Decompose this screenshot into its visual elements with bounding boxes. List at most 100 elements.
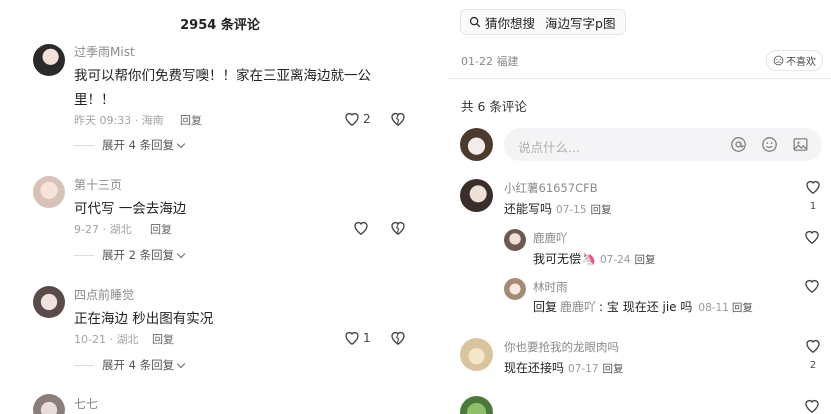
- like-button[interactable]: [353, 220, 369, 235]
- like-count: 2: [363, 111, 371, 126]
- reply-date: 08-11: [698, 302, 729, 314]
- reply-line: 回复 鹿鹿吖 : 宝 现在还 jie 吗 08-11 回复: [533, 298, 753, 315]
- expand-replies[interactable]: 展开 4 条回复: [74, 137, 186, 153]
- comment-author[interactable]: 过季雨Mist: [74, 43, 135, 60]
- reply-button[interactable]: 回复: [732, 300, 753, 315]
- avatar[interactable]: [33, 176, 65, 208]
- dislike-button[interactable]: [390, 220, 406, 235]
- heart-icon: [805, 230, 819, 244]
- comment-time: 9-27 · 湖北: [74, 223, 132, 236]
- search-suggestion[interactable]: 猜你想搜 海边写字p图: [460, 9, 627, 35]
- reply-button[interactable]: 回复: [591, 202, 612, 217]
- avatar[interactable]: [33, 286, 65, 318]
- reply-button[interactable]: 回复: [634, 252, 655, 267]
- comment-author[interactable]: 四点前睡觉: [74, 286, 134, 303]
- reply-prefix: 回复: [533, 300, 558, 314]
- avatar[interactable]: [504, 278, 526, 300]
- like-button[interactable]: 1: [804, 179, 822, 213]
- like-button[interactable]: [804, 229, 820, 244]
- like-count: 1: [363, 330, 371, 345]
- comment-item: 四点前睡觉 正在海边 秒出图有实况 10-21 · 湖北 回复 1 展开 4 条…: [0, 284, 430, 384]
- comment-text: 我可以帮你们免费写噢！！家在三亚离海边就一公: [74, 68, 371, 84]
- like-button[interactable]: [804, 278, 820, 293]
- post-date-location: 01-22 福建: [461, 55, 519, 68]
- expand-line: [74, 144, 94, 146]
- reply-button[interactable]: 回复: [152, 331, 174, 347]
- dislike-button[interactable]: [390, 330, 406, 345]
- reply-date: 07-24: [599, 254, 631, 266]
- emoji-icon[interactable]: [761, 136, 778, 153]
- broken-heart-icon: [391, 112, 405, 126]
- comment-item: 你也要抢我的龙眼肉吗 现在还接吗 07-17 回复 2: [448, 336, 831, 380]
- reply-line: 我可无偿🦄 07-24 回复: [533, 250, 655, 267]
- search-term: 海边写字p图: [545, 15, 616, 31]
- avatar[interactable]: [33, 44, 65, 76]
- avatar[interactable]: [33, 394, 65, 414]
- expand-label: 展开 4 条回复: [102, 358, 175, 372]
- heart-icon: [806, 339, 820, 353]
- image-icon[interactable]: [792, 136, 809, 153]
- like-count: 1: [809, 201, 817, 212]
- search-prefix: 猜你想搜: [485, 15, 536, 31]
- comment-time: 昨天 09:33 · 海南: [74, 114, 164, 127]
- comment-item: 过季雨Mist 我可以帮你们免费写噢！！家在三亚离海边就一公 里！！ 昨天 09…: [0, 40, 430, 160]
- reply-mention[interactable]: 鹿鹿吖: [560, 298, 596, 315]
- sad-face-icon: [773, 55, 784, 66]
- reply-button[interactable]: 回复: [180, 112, 202, 128]
- search-icon: [469, 16, 481, 28]
- expand-label: 展开 2 条回复: [102, 248, 175, 262]
- comment-author[interactable]: 小红薯61657CFB: [504, 180, 598, 196]
- comment-author[interactable]: 第十三页: [74, 176, 122, 193]
- heart-icon: [354, 221, 368, 235]
- comment-date: 07-17: [568, 363, 599, 375]
- avatar[interactable]: [460, 179, 493, 212]
- right-panel: 猜你想搜 海边写字p图 01-22 福建 不喜欢 共 6 条评论 说点什么...…: [448, 0, 831, 414]
- dislike-post-button[interactable]: 不喜欢: [766, 50, 823, 71]
- chevron-down-icon: [176, 249, 186, 258]
- expand-replies[interactable]: 展开 4 条回复: [74, 357, 186, 373]
- expand-line: [74, 364, 94, 366]
- heart-icon: [345, 112, 359, 126]
- comment-input[interactable]: 说点什么...: [504, 128, 822, 161]
- top-icons-partial: [345, 0, 405, 4]
- reply-button[interactable]: 回复: [603, 361, 624, 376]
- like-button[interactable]: 1: [344, 330, 371, 345]
- reply-item: 鹿鹿吖 我可无偿🦄 07-24 回复: [448, 227, 831, 267]
- comment-text-cont: 里！！: [74, 92, 115, 108]
- comment-text: 还能写吗: [504, 202, 553, 216]
- chevron-down-icon: [176, 359, 186, 368]
- comment-input-placeholder: 说点什么...: [518, 140, 580, 155]
- expand-replies[interactable]: 展开 2 条回复: [74, 247, 186, 263]
- comment-text: 正在海边 秒出图有实况: [74, 311, 214, 327]
- avatar[interactable]: [460, 338, 493, 371]
- comments-count: 共 6 条评论: [461, 99, 527, 114]
- like-button[interactable]: 2: [804, 338, 822, 372]
- comment-text: 现在还接吗: [504, 361, 565, 375]
- broken-heart-icon: [391, 331, 405, 345]
- reply-author[interactable]: 鹿鹿吖: [533, 230, 568, 246]
- left-panel: 2954 条评论 过季雨Mist 我可以帮你们免费写噢！！家在三亚离海边就一公 …: [0, 0, 430, 414]
- dislike-label: 不喜欢: [786, 57, 816, 68]
- comment-author[interactable]: 你也要抢我的龙眼肉吗: [504, 339, 619, 355]
- like-button[interactable]: [804, 398, 820, 413]
- heart-icon: [805, 279, 819, 293]
- current-user-avatar[interactable]: [460, 128, 493, 161]
- comment-author[interactable]: 七七: [74, 395, 98, 412]
- like-button[interactable]: 2: [344, 111, 371, 126]
- comments-count-title: 2954 条评论: [180, 18, 260, 33]
- reply-button[interactable]: 回复: [150, 221, 172, 237]
- comment-date: 07-15: [556, 204, 587, 216]
- reply-text: : 宝 现在还 jie 吗: [599, 300, 693, 314]
- mention-icon[interactable]: [730, 136, 747, 153]
- reply-item: 林时雨 回复 鹿鹿吖 : 宝 现在还 jie 吗 08-11 回复: [448, 276, 831, 316]
- comment-item: 七七: [0, 392, 430, 414]
- comment-line: 还能写吗 07-15 回复: [504, 200, 612, 217]
- expand-label: 展开 4 条回复: [102, 138, 175, 152]
- comment-text: 可代写 一会去海边: [74, 201, 187, 217]
- avatar[interactable]: [504, 229, 526, 251]
- chevron-down-icon: [176, 139, 186, 148]
- dislike-button[interactable]: [390, 111, 406, 126]
- like-count: 2: [809, 360, 817, 371]
- avatar[interactable]: [460, 396, 493, 414]
- reply-author[interactable]: 林时雨: [533, 279, 568, 295]
